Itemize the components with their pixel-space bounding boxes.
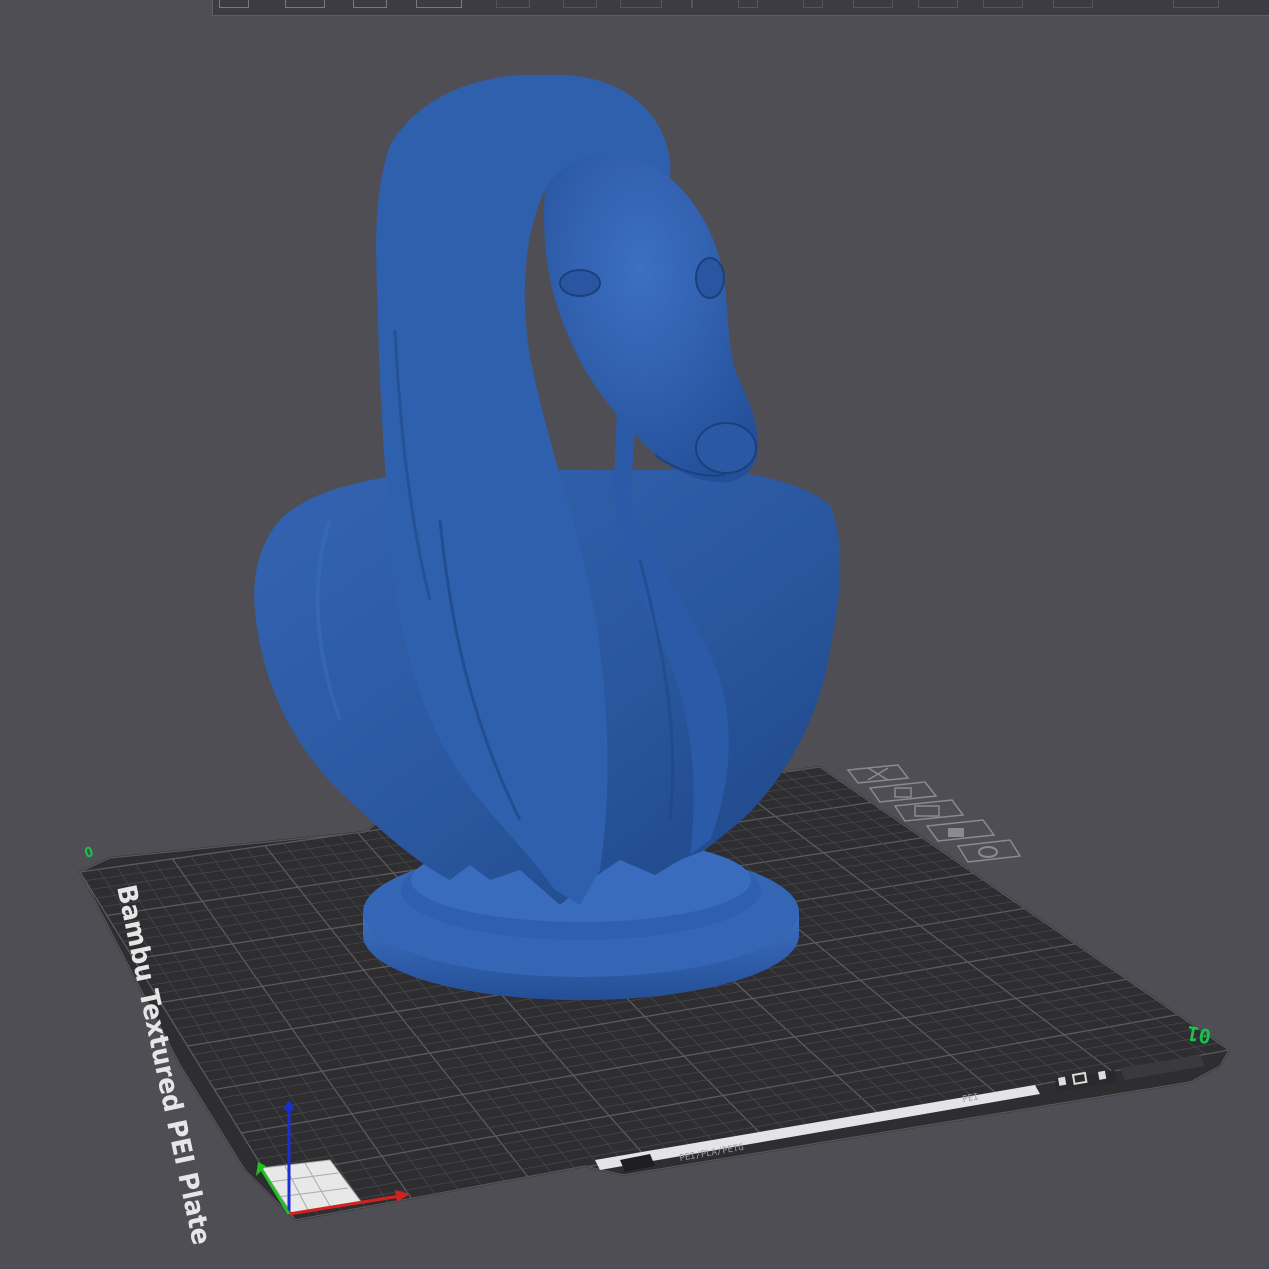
left-eye [559,269,601,297]
right-eye [695,257,725,299]
origin-marker: O [83,844,95,862]
close-plate-icon[interactable] [846,764,910,784]
auto-orient-plate-icon[interactable] [868,781,938,803]
lock-plate-icon[interactable] [925,819,996,842]
plate-settings-icon[interactable] [956,839,1022,863]
3d-viewport[interactable]: Bambu Textured PEI Plate O 01 PEI/PLA/PE… [0,0,1269,1269]
arrange-plate-icon[interactable] [893,799,965,822]
nose [695,422,757,474]
plate-number: 01 [1185,1021,1213,1049]
